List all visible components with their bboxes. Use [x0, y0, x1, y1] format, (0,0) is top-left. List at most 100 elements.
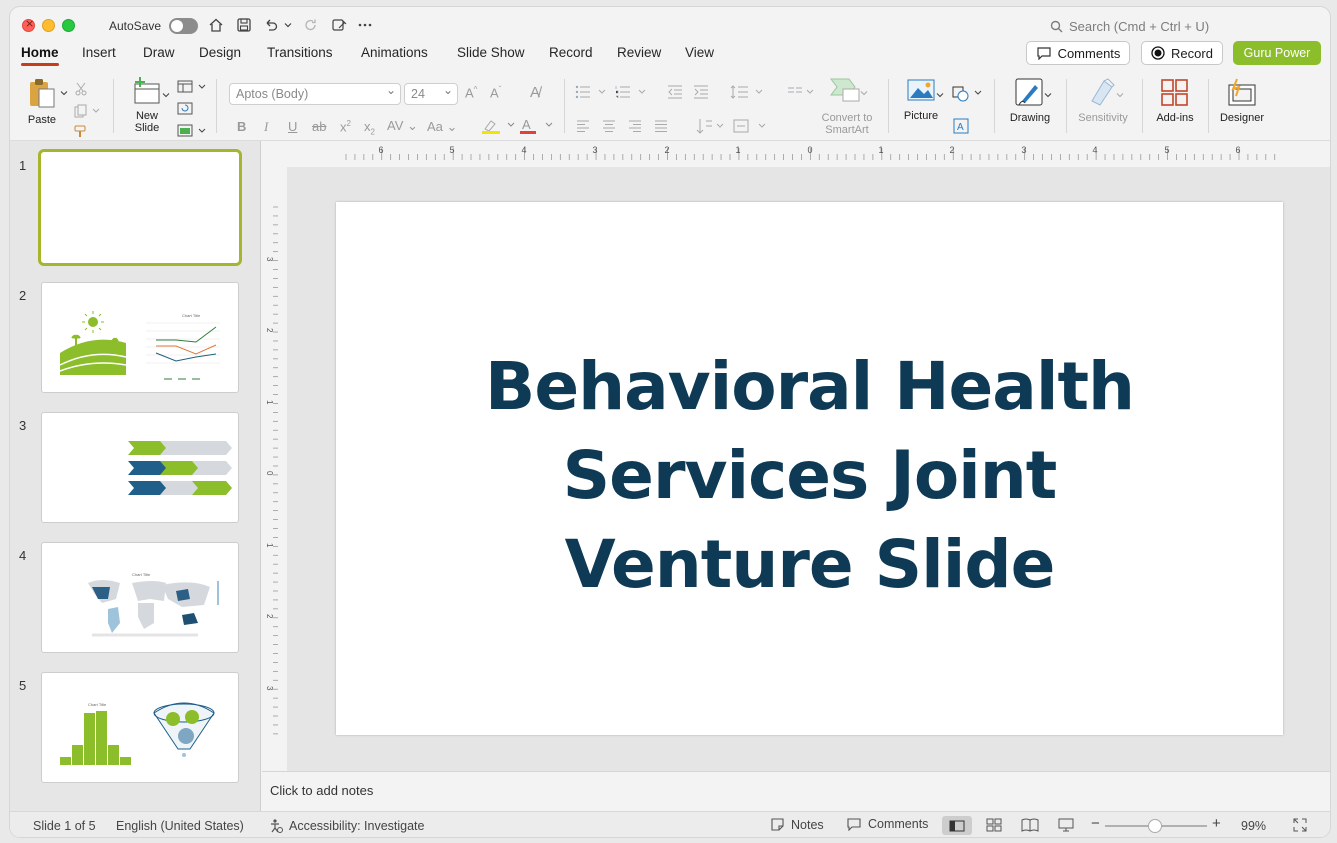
align-right-icon[interactable] [628, 119, 642, 133]
home-icon[interactable] [207, 16, 225, 34]
designer-button[interactable]: Designer [1214, 77, 1270, 124]
slideshow-icon[interactable] [1058, 818, 1074, 832]
save-icon[interactable] [235, 16, 253, 34]
minimize-window-button[interactable] [42, 19, 55, 32]
underline-icon[interactable]: U [288, 119, 297, 134]
copy-icon[interactable] [74, 104, 100, 118]
text-direction-icon[interactable] [696, 117, 726, 135]
slide-thumbnail-2[interactable]: Chart Title [41, 282, 239, 393]
paste-button[interactable]: Paste [22, 77, 62, 135]
sensitivity-button[interactable]: Sensitivity [1074, 77, 1132, 124]
slide-sorter-icon[interactable] [986, 818, 1002, 832]
tab-design[interactable]: Design [199, 45, 241, 60]
zoom-out-button[interactable]: − [1091, 815, 1100, 832]
tab-draw[interactable]: Draw [143, 45, 175, 60]
zoom-slider-handle[interactable] [1148, 819, 1162, 833]
cut-icon[interactable] [74, 82, 88, 96]
bullets-icon[interactable] [575, 85, 609, 99]
notes-toggle[interactable]: Notes [770, 817, 824, 832]
record-button[interactable]: Record [1141, 41, 1223, 65]
accessibility-status[interactable]: Accessibility: Investigate [289, 819, 424, 833]
justify-icon[interactable] [654, 119, 668, 133]
guru-power-button[interactable]: Guru Power [1233, 41, 1321, 65]
ribbon-tabs: Home Insert Draw Design Transitions Anim… [10, 43, 1330, 69]
close-window-button[interactable] [22, 17, 35, 32]
increase-font-size-icon[interactable]: A^ [465, 85, 477, 100]
font-size-dropdown[interactable]: 24 [404, 83, 458, 105]
align-center-icon[interactable] [602, 119, 616, 133]
slide-title[interactable]: Behavioral Health Services Joint Venture… [396, 342, 1223, 609]
numbering-icon[interactable] [615, 85, 649, 99]
redo-icon[interactable] [302, 16, 320, 34]
notes-pane[interactable]: Click to add notes [262, 771, 1330, 811]
slide-thumbnail-1[interactable] [38, 149, 242, 266]
clear-formatting-icon[interactable]: A̸ [530, 84, 540, 101]
ruler-label: 1 [265, 543, 274, 548]
more-icon[interactable] [356, 16, 374, 34]
reset-slide-icon[interactable] [177, 102, 193, 116]
paste-dropdown-icon[interactable] [60, 89, 68, 97]
undo-icon[interactable] [262, 16, 280, 34]
tab-slide-show[interactable]: Slide Show [457, 45, 525, 60]
sensitivity-dropdown-icon[interactable] [1116, 91, 1124, 99]
comments-button[interactable]: Comments [1026, 41, 1130, 65]
tab-transitions[interactable]: Transitions [267, 45, 333, 60]
slide-1[interactable]: Behavioral Health Services Joint Venture… [336, 202, 1283, 735]
tab-home[interactable]: Home [21, 45, 59, 66]
increase-indent-icon[interactable] [693, 85, 709, 99]
tab-animations[interactable]: Animations [361, 45, 428, 60]
new-slide-dropdown-icon[interactable] [162, 91, 170, 99]
drawing-button[interactable]: Drawing [1003, 77, 1057, 124]
tab-record[interactable]: Record [549, 45, 593, 60]
autosave-toggle[interactable] [169, 18, 198, 34]
picture-button[interactable]: Picture [898, 77, 944, 122]
new-slide-button[interactable]: New Slide [124, 77, 170, 139]
normal-view-button[interactable] [942, 816, 972, 835]
decrease-indent-icon[interactable] [667, 85, 683, 99]
zoom-window-button[interactable] [62, 19, 75, 32]
tab-insert[interactable]: Insert [82, 45, 116, 60]
strikethrough-icon[interactable]: ab [312, 119, 326, 134]
convert-smartart-button[interactable]: Convert to SmartArt [813, 77, 881, 136]
font-color-icon[interactable]: A [519, 117, 555, 138]
zoom-in-button[interactable]: + [1212, 815, 1221, 832]
slide-thumbnail-4[interactable]: Chart Title [41, 542, 239, 653]
layout-icon[interactable] [177, 80, 207, 94]
slide-thumbnail-3[interactable] [41, 412, 239, 523]
shapes-icon[interactable] [952, 85, 984, 103]
superscript-icon[interactable]: x2 [340, 119, 351, 134]
format-painter-icon[interactable] [74, 124, 90, 138]
align-text-icon[interactable] [732, 117, 768, 135]
text-box-icon[interactable]: A [953, 118, 969, 134]
bold-icon[interactable]: B [237, 119, 246, 134]
language-indicator[interactable]: English (United States) [116, 819, 244, 833]
ruler-label: 0 [807, 145, 812, 155]
smartart-dropdown-icon[interactable] [860, 89, 868, 97]
font-name-dropdown[interactable]: Aptos (Body) [229, 83, 401, 105]
customize-toolbar-icon[interactable] [330, 16, 348, 34]
picture-dropdown-icon[interactable] [936, 91, 944, 99]
thumbnail-number-1: 1 [19, 158, 27, 173]
section-icon[interactable] [177, 124, 207, 138]
fit-to-window-icon[interactable] [1293, 818, 1307, 832]
comments-toggle[interactable]: Comments [846, 817, 928, 831]
subscript-icon[interactable]: x2 [364, 119, 375, 137]
search-box[interactable]: Search (Cmd + Ctrl + U) [1050, 19, 1209, 34]
character-spacing-icon[interactable]: AV ⌄ [387, 118, 418, 134]
ruler-label: 1 [265, 400, 274, 405]
italic-icon[interactable]: I [264, 119, 268, 135]
align-left-icon[interactable] [576, 119, 590, 133]
accessibility-icon[interactable] [268, 818, 284, 834]
line-spacing-icon[interactable] [730, 84, 766, 100]
tab-view[interactable]: View [685, 45, 714, 60]
undo-dropdown-icon[interactable] [282, 16, 294, 34]
reading-view-icon[interactable] [1021, 818, 1039, 832]
zoom-level[interactable]: 99% [1241, 819, 1266, 833]
change-case-icon[interactable]: Aa ⌄ [427, 119, 457, 135]
drawing-dropdown-icon[interactable] [1044, 91, 1052, 99]
tab-review[interactable]: Review [617, 45, 661, 60]
highlight-icon[interactable] [481, 117, 517, 138]
addins-button[interactable]: Add-ins [1150, 77, 1200, 124]
slide-thumbnail-5[interactable]: Chart Title [41, 672, 239, 783]
decrease-font-size-icon[interactable]: Aˇ [490, 85, 501, 100]
